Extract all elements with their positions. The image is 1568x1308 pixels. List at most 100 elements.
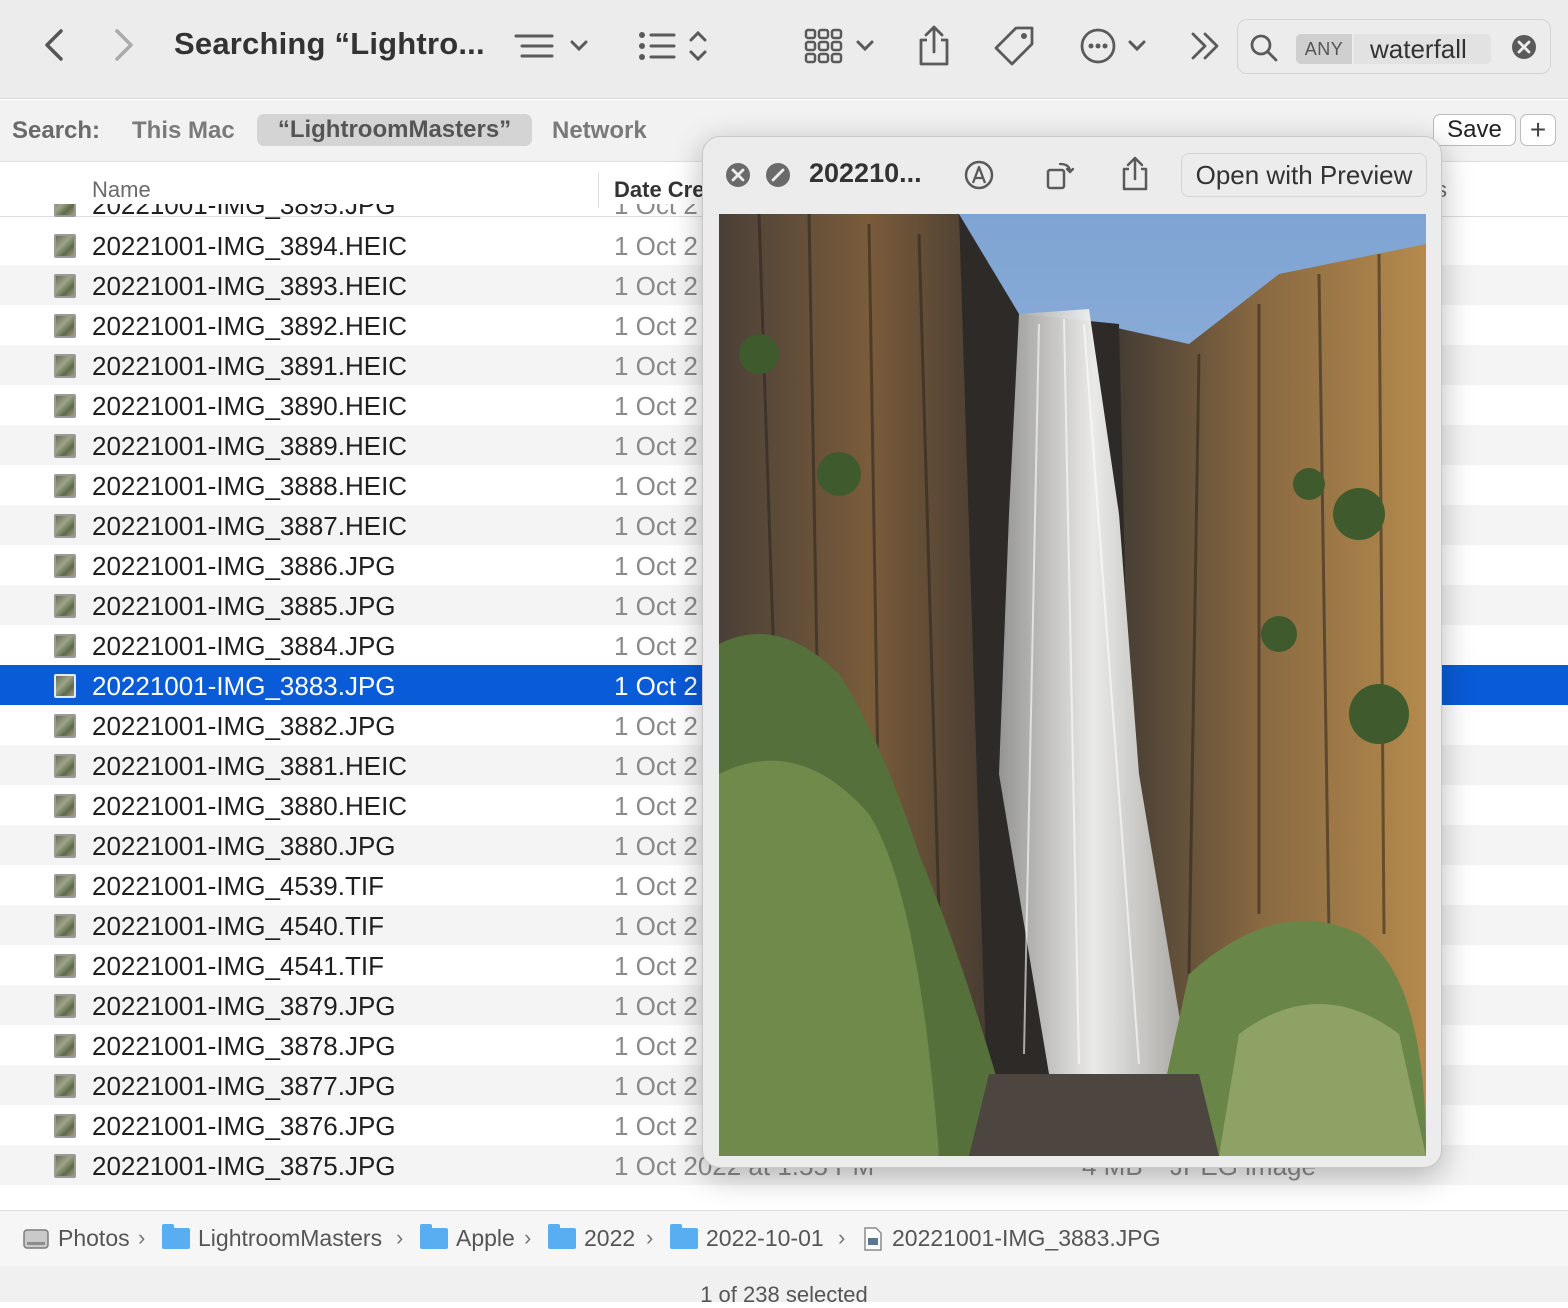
file-date-created: 1 Oct 2 — [614, 1031, 698, 1061]
path-item-file[interactable]: 20221001-IMG_3883.JPG — [862, 1225, 1161, 1252]
path-item-apple[interactable]: Apple — [420, 1224, 515, 1252]
image-thumbnail-icon — [54, 794, 76, 818]
tag-icon[interactable] — [990, 22, 1038, 70]
image-thumbnail-icon — [54, 354, 76, 378]
status-bar: 1 of 238 selected — [0, 1266, 1568, 1307]
path-chevron-icon: › — [646, 1225, 654, 1250]
add-criteria-button[interactable]: + — [1520, 114, 1556, 146]
file-date-created: 1 Oct 2 — [614, 631, 698, 661]
path-chevron-icon: › — [138, 1225, 146, 1250]
file-date-created: 1 Oct 2 — [614, 551, 698, 581]
save-search-button[interactable]: Save — [1433, 114, 1516, 146]
file-name: 20221001-IMG_3893.HEIC — [92, 271, 408, 301]
chevron-right-icon[interactable] — [106, 25, 142, 65]
gallery-view-icon[interactable] — [802, 24, 878, 68]
column-name[interactable]: Name — [92, 177, 151, 203]
file-name: 20221001-IMG_3888.HEIC — [92, 471, 408, 501]
file-name: 20221001-IMG_4541.TIF — [92, 951, 384, 981]
search-scope-token[interactable]: ANY — [1296, 34, 1352, 64]
scope-lightroom-masters[interactable]: “LightroomMasters” — [257, 114, 532, 146]
search-scope-label: Search: — [12, 117, 101, 144]
share-icon[interactable] — [914, 22, 954, 70]
rotate-icon[interactable] — [1039, 155, 1079, 195]
column-divider[interactable] — [598, 172, 599, 208]
image-thumbnail-icon — [54, 1034, 76, 1058]
search-field[interactable]: ANY waterfall — [1237, 19, 1551, 74]
scope-this-mac[interactable]: This Mac — [132, 117, 235, 145]
file-name: 20221001-IMG_3884.JPG — [92, 631, 396, 661]
drive-icon — [23, 1228, 49, 1249]
image-thumbnail-icon — [54, 914, 76, 938]
file-name: 20221001-IMG_3875.JPG — [92, 1151, 396, 1181]
file-date-created: 1 Oct 2 — [614, 231, 698, 261]
path-item-2022-10-01[interactable]: 2022-10-01 — [670, 1224, 824, 1252]
fullscreen-icon[interactable] — [765, 162, 791, 188]
path-item-2022[interactable]: 2022 — [548, 1224, 636, 1252]
image-thumbnail-icon — [54, 594, 76, 618]
file-date-created: 1 Oct 2 — [614, 431, 698, 461]
file-date-created: 1 Oct 2 — [614, 791, 698, 821]
file-name: 20221001-IMG_4540.TIF — [92, 911, 384, 941]
file-date-created: 1 Oct 2 — [614, 1111, 698, 1141]
file-name: 20221001-IMG_3882.JPG — [92, 711, 396, 741]
list-view-icon[interactable] — [512, 26, 592, 66]
file-date-created: 1 Oct 2 — [614, 871, 698, 901]
path-chevron-icon: › — [524, 1225, 532, 1250]
path-item-lightroommasters[interactable]: LightroomMasters — [162, 1224, 383, 1252]
image-thumbnail-icon — [54, 434, 76, 458]
image-thumbnail-icon — [54, 474, 76, 498]
file-date-created: 1 Oct 2 — [614, 391, 698, 421]
image-thumbnail-icon — [54, 834, 76, 858]
column-date-created[interactable]: Date Cre — [614, 177, 704, 203]
image-thumbnail-icon — [54, 204, 76, 217]
file-date-created: 1 Oct 2 — [614, 951, 698, 981]
file-name: 20221001-IMG_3891.HEIC — [92, 351, 408, 381]
file-name: 20221001-IMG_3894.HEIC — [92, 231, 408, 261]
share-icon[interactable] — [1117, 153, 1153, 195]
overflow-icon[interactable] — [1186, 26, 1226, 66]
path-chevron-icon: › — [838, 1225, 846, 1250]
image-thumbnail-icon — [54, 1074, 76, 1098]
scope-network[interactable]: Network — [552, 117, 647, 145]
path-chevron-icon: › — [396, 1225, 404, 1250]
file-date-created: 1 Oct 2 — [614, 511, 698, 541]
file-date-created: 1 Oct 2 — [614, 271, 698, 301]
markup-icon[interactable] — [961, 157, 997, 193]
image-thumbnail-icon — [54, 674, 76, 698]
chevron-left-icon[interactable] — [36, 25, 72, 65]
image-thumbnail-icon — [54, 554, 76, 578]
file-name: 20221001-IMG_3883.JPG — [92, 671, 396, 701]
path-item-label: 2022 — [584, 1225, 636, 1251]
image-thumbnail-icon — [54, 514, 76, 538]
path-item-photos[interactable]: Photos — [22, 1225, 130, 1252]
path-bar: Photos › LightroomMasters › Apple › 2022… — [0, 1210, 1568, 1266]
path-item-label: LightroomMasters — [198, 1225, 383, 1251]
path-item-label: Photos — [58, 1225, 130, 1251]
image-thumbnail-icon — [54, 874, 76, 898]
file-date-created: 1 Oct 2 — [614, 711, 698, 741]
close-icon[interactable] — [725, 162, 751, 188]
file-name: 20221001-IMG_3876.JPG — [92, 1111, 396, 1141]
image-thumbnail-icon — [54, 714, 76, 738]
search-query-token[interactable]: waterfall — [1354, 34, 1491, 64]
file-date-created: 1 Oct 2 — [614, 1071, 698, 1101]
file-name: 20221001-IMG_3895.JPG — [92, 204, 396, 220]
file-name: 20221001-IMG_4539.TIF — [92, 871, 384, 901]
waterfall-photo — [719, 214, 1426, 1156]
file-name: 20221001-IMG_3878.JPG — [92, 1031, 396, 1061]
path-item-label: 20221001-IMG_3883.JPG — [892, 1225, 1161, 1251]
file-date-created: 1 Oct 2 — [614, 471, 698, 501]
file-date-created: 1 Oct 2 — [614, 911, 698, 941]
search-icon — [1248, 32, 1280, 64]
file-name: 20221001-IMG_3889.HEIC — [92, 431, 408, 461]
image-thumbnail-icon — [54, 954, 76, 978]
group-icon[interactable] — [636, 24, 712, 68]
file-name: 20221001-IMG_3885.JPG — [92, 591, 396, 621]
image-thumbnail-icon — [54, 314, 76, 338]
folder-icon — [420, 1224, 448, 1249]
file-name: 20221001-IMG_3887.HEIC — [92, 511, 408, 541]
open-with-preview-button[interactable]: Open with Preview — [1181, 153, 1427, 197]
clear-icon[interactable] — [1510, 33, 1538, 61]
image-thumbnail-icon — [54, 994, 76, 1018]
more-icon[interactable] — [1078, 24, 1150, 68]
